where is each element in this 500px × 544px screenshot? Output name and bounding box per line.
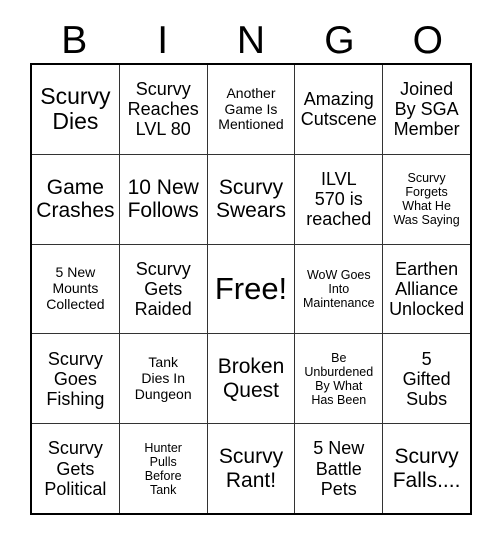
bingo-row: Scurvy Goes Fishing Tank Dies In Dungeon…	[32, 334, 470, 425]
bingo-cell[interactable]: Broken Quest	[207, 334, 296, 424]
bingo-cell[interactable]: Tank Dies In Dungeon	[119, 334, 208, 424]
bingo-cell[interactable]: Earthen Alliance Unlocked	[383, 244, 470, 334]
bingo-cell-label: Scurvy Falls....	[392, 445, 461, 492]
bingo-card: B I N G O Scurvy Dies Scurvy Reaches LVL…	[0, 0, 500, 544]
bingo-cell-label: 5 Gifted Subs	[402, 348, 451, 409]
bingo-cell-label: Hunter Pulls Before Tank	[144, 440, 182, 497]
bingo-cell-free[interactable]: Free!	[207, 244, 296, 334]
bingo-cell[interactable]: Amazing Cutscene	[295, 65, 384, 154]
bingo-cell-label: Scurvy Gets Political	[44, 438, 107, 499]
bingo-cell[interactable]: 5 Gifted Subs	[383, 334, 470, 424]
bingo-cell-label: Be Unburdened By What Has Been	[304, 350, 374, 407]
bingo-cell[interactable]: 10 New Follows	[119, 154, 208, 244]
bingo-cell-label: 10 New Follows	[127, 175, 199, 223]
bingo-cell-label: Another Game Is Mentioned	[218, 84, 284, 133]
bingo-cell-label: WoW Goes Into Maintenance	[303, 267, 375, 310]
bingo-cell-label: 5 New Mounts Collected	[46, 264, 105, 312]
bingo-cell[interactable]: 5 New Battle Pets	[295, 424, 384, 513]
bingo-cell-label: 5 New Battle Pets	[313, 438, 365, 499]
bingo-cell[interactable]: Scurvy Gets Political	[32, 424, 120, 513]
bingo-cell-label: Scurvy Swears	[215, 175, 286, 223]
bingo-cell[interactable]: Joined By SGA Member	[383, 65, 470, 154]
bingo-cell[interactable]: Hunter Pulls Before Tank	[119, 424, 208, 513]
bingo-header: B I N G O	[30, 18, 472, 63]
bingo-grid: Scurvy Dies Scurvy Reaches LVL 80 Anothe…	[30, 63, 472, 515]
bingo-cell-label: Scurvy Forgets What He Was Saying	[393, 171, 460, 228]
bingo-cell-label: Amazing Cutscene	[300, 89, 377, 130]
bingo-cell[interactable]: Scurvy Falls....	[383, 424, 470, 513]
bingo-cell[interactable]: Scurvy Reaches LVL 80	[119, 65, 208, 154]
bingo-cell[interactable]: Game Crashes	[32, 154, 120, 244]
bingo-cell[interactable]: 5 New Mounts Collected	[32, 244, 120, 334]
bingo-cell-label: Scurvy Gets Raided	[134, 258, 192, 320]
bingo-cell-label: Free!	[214, 270, 288, 306]
bingo-cell-label: Scurvy Rant!	[218, 445, 284, 492]
bingo-cell-label: ILVL 570 is reached	[306, 168, 372, 230]
bingo-cell[interactable]: Scurvy Goes Fishing	[32, 334, 120, 424]
bingo-cell[interactable]: Scurvy Gets Raided	[119, 244, 208, 334]
bingo-cell[interactable]: Scurvy Dies	[32, 65, 120, 154]
header-letter-b: B	[61, 19, 88, 62]
bingo-row: Scurvy Dies Scurvy Reaches LVL 80 Anothe…	[32, 65, 470, 155]
bingo-cell[interactable]: Scurvy Swears	[207, 154, 296, 244]
bingo-cell-label: Broken Quest	[217, 355, 285, 402]
bingo-cell[interactable]: WoW Goes Into Maintenance	[295, 244, 384, 334]
bingo-cell-label: Joined By SGA Member	[393, 79, 460, 140]
bingo-cell-label: Scurvy Goes Fishing	[46, 348, 105, 409]
bingo-cell-label: Earthen Alliance Unlocked	[389, 258, 465, 320]
bingo-cell[interactable]: Scurvy Forgets What He Was Saying	[383, 154, 470, 244]
bingo-row: 5 New Mounts Collected Scurvy Gets Raide…	[32, 244, 470, 335]
bingo-cell[interactable]: ILVL 570 is reached	[295, 154, 384, 244]
bingo-cell[interactable]: Be Unburdened By What Has Been	[295, 334, 384, 424]
bingo-cell-label: Scurvy Dies	[40, 82, 111, 135]
bingo-row: Scurvy Gets Political Hunter Pulls Befor…	[32, 424, 470, 513]
header-letter-g: G	[324, 19, 355, 62]
bingo-cell-label: Tank Dies In Dungeon	[134, 354, 192, 402]
header-letter-i: I	[157, 19, 169, 62]
bingo-cell-label: Scurvy Reaches LVL 80	[127, 79, 199, 140]
header-letter-n: N	[236, 19, 266, 62]
bingo-cell[interactable]: Another Game Is Mentioned	[207, 65, 296, 154]
bingo-row: Game Crashes 10 New Follows Scurvy Swear…	[32, 154, 470, 245]
header-letter-o: O	[412, 19, 443, 62]
bingo-cell-label: Game Crashes	[36, 175, 115, 223]
bingo-cell[interactable]: Scurvy Rant!	[207, 424, 296, 513]
